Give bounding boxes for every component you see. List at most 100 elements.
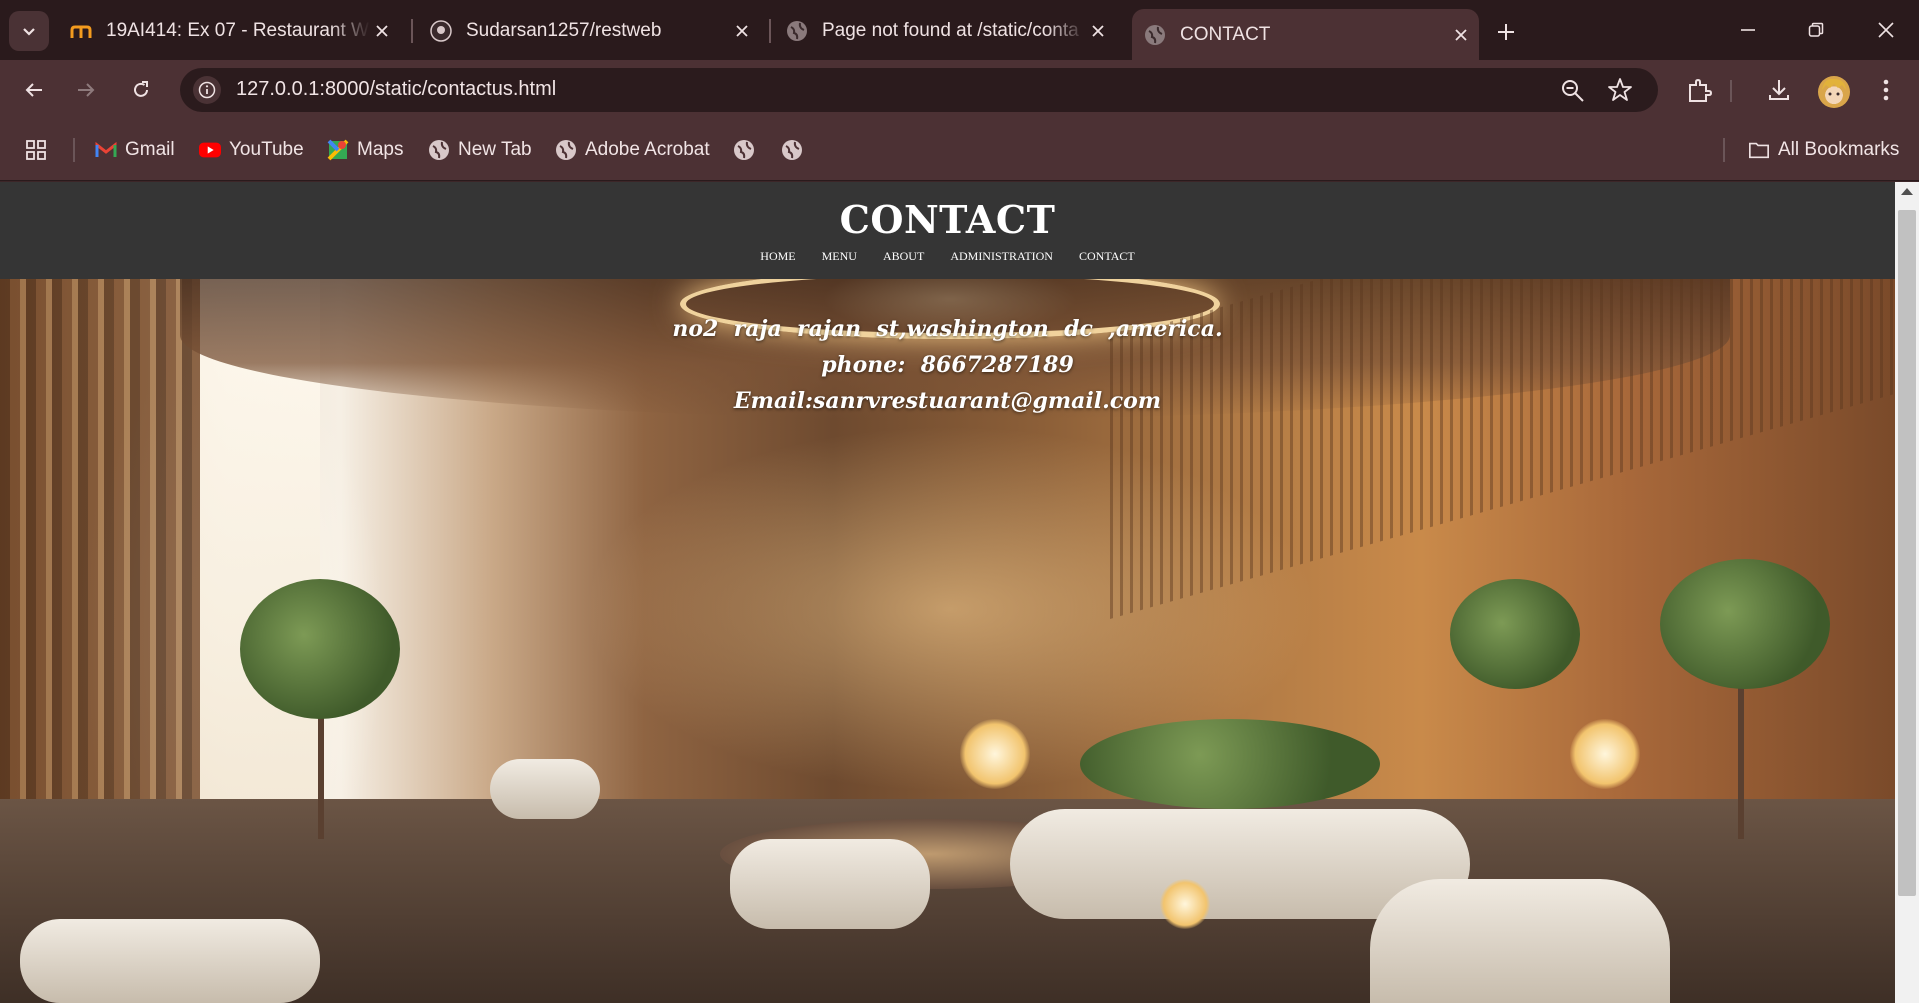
- site-nav: HOME MENU ABOUT ADMINISTRATION CONTACT: [0, 249, 1895, 264]
- bookmark-youtube[interactable]: YouTube: [199, 134, 304, 166]
- reload-button[interactable]: [121, 70, 161, 110]
- decor-sofa: [20, 919, 320, 1003]
- profile-picture-icon: [1822, 78, 1846, 96]
- forward-button[interactable]: [66, 70, 106, 110]
- bookmark-maps[interactable]: Maps: [327, 134, 403, 166]
- page-scrollbar[interactable]: [1895, 182, 1919, 1003]
- youtube-icon: [199, 139, 221, 161]
- nav-link-administration[interactable]: ADMINISTRATION: [950, 249, 1053, 264]
- globe-icon: [555, 139, 577, 161]
- tab-contact[interactable]: CONTACT: [1132, 9, 1479, 60]
- tab-strip: 19AI414: Ex 07 - Restaurant We Sudarsan1…: [0, 0, 1919, 60]
- folder-icon: [1748, 139, 1770, 161]
- tab-page-not-found[interactable]: Page not found at /static/conta: [786, 9, 1116, 52]
- restore-icon: [1808, 22, 1824, 37]
- decor-tree: [1450, 579, 1580, 689]
- bookmark-label: Gmail: [125, 139, 175, 160]
- restore-button[interactable]: [1794, 10, 1838, 50]
- all-bookmarks-label: All Bookmarks: [1778, 139, 1900, 160]
- decor-planter: [1080, 719, 1380, 809]
- browser-menu-button[interactable]: [1870, 74, 1902, 106]
- browser-toolbar: 127.0.0.1:8000/static/contactus.html: [0, 60, 1919, 120]
- close-icon[interactable]: [1449, 23, 1473, 47]
- profile-avatar[interactable]: [1818, 76, 1850, 108]
- hero-background-image: no2 raja rajan st,washington dc ,america…: [0, 279, 1895, 1003]
- decor-lamp: [960, 719, 1030, 789]
- back-button[interactable]: [14, 70, 54, 110]
- tab-title: CONTACT: [1180, 23, 1271, 45]
- bookmark-star-icon[interactable]: [1607, 77, 1633, 103]
- globe-icon: [786, 20, 808, 42]
- decor-tree: [1660, 559, 1830, 689]
- tab-title: 19AI414: Ex 07 - Restaurant We: [106, 19, 370, 41]
- decor-tree: [240, 579, 400, 719]
- decor-lamp: [1160, 879, 1210, 929]
- tab-restaurant-website[interactable]: 19AI414: Ex 07 - Restaurant We: [70, 9, 400, 52]
- github-icon: [430, 19, 452, 42]
- bookmark-label: Adobe Acrobat: [585, 139, 710, 160]
- extensions-button[interactable]: [1683, 74, 1715, 106]
- decor-sofa: [1370, 879, 1670, 1003]
- page-title: CONTACT: [839, 197, 1056, 242]
- bookmark-unnamed-2[interactable]: [781, 134, 811, 166]
- tab-divider: [769, 19, 771, 43]
- bookmarks-divider: [73, 138, 75, 162]
- bookmarks-divider: [1723, 138, 1725, 162]
- decor-sofa: [490, 759, 600, 819]
- scrollbar-thumb[interactable]: [1898, 210, 1916, 896]
- close-window-button[interactable]: [1864, 10, 1908, 50]
- tab-github-repo[interactable]: Sudarsan1257/restweb: [430, 9, 760, 52]
- address-bar[interactable]: 127.0.0.1:8000/static/contactus.html: [180, 68, 1658, 112]
- page-viewport: CONTACT HOME MENU ABOUT ADMINISTRATION C…: [0, 182, 1919, 1003]
- downloads-button[interactable]: [1763, 74, 1795, 106]
- puzzle-icon: [1689, 78, 1712, 102]
- apps-button[interactable]: [25, 134, 55, 166]
- globe-icon: [1144, 24, 1166, 46]
- site-header: CONTACT HOME MENU ABOUT ADMINISTRATION C…: [0, 182, 1895, 279]
- toolbar-divider: [1730, 80, 1732, 102]
- nav-link-menu[interactable]: MENU: [822, 249, 857, 264]
- new-tab-button[interactable]: [1488, 14, 1524, 50]
- zoom-icon[interactable]: [1560, 78, 1586, 104]
- close-icon[interactable]: [730, 19, 754, 43]
- tab-title: Sudarsan1257/restweb: [466, 19, 662, 41]
- globe-icon: [781, 139, 803, 161]
- minimize-icon: [1741, 29, 1755, 31]
- bookmark-unnamed-1[interactable]: [733, 134, 763, 166]
- site-info-icon[interactable]: [193, 76, 221, 104]
- close-icon[interactable]: [1086, 19, 1110, 43]
- bookmark-label: YouTube: [229, 139, 304, 160]
- tab-divider: [411, 19, 413, 43]
- minimize-button[interactable]: [1726, 10, 1770, 50]
- gmail-icon: [95, 139, 117, 161]
- plus-icon: [1498, 24, 1514, 40]
- bookmark-new-tab[interactable]: New Tab: [428, 134, 532, 166]
- bookmark-gmail[interactable]: Gmail: [95, 134, 175, 166]
- close-icon: [1878, 22, 1894, 38]
- bookmark-label: New Tab: [458, 139, 532, 160]
- contact-phone: phone: 8667287189: [821, 352, 1074, 378]
- tab-search-button[interactable]: [9, 11, 49, 51]
- contact-address: no2 raja rajan st,washington dc ,america…: [672, 316, 1223, 342]
- decor-armchair: [730, 839, 930, 929]
- url-text[interactable]: 127.0.0.1:8000/static/contactus.html: [236, 78, 556, 101]
- arrow-left-icon: [25, 83, 42, 97]
- globe-icon: [733, 139, 755, 161]
- chevron-down-icon: [23, 28, 35, 36]
- tab-title: Page not found at /static/conta: [822, 19, 1079, 41]
- nav-link-about[interactable]: ABOUT: [883, 249, 924, 264]
- reload-icon: [134, 81, 148, 97]
- bookmarks-bar: Gmail YouTube Maps New Tab Adobe Acrobat: [0, 120, 1919, 181]
- nav-link-contact[interactable]: CONTACT: [1079, 249, 1135, 264]
- close-icon[interactable]: [370, 19, 394, 43]
- bookmark-adobe-acrobat[interactable]: Adobe Acrobat: [555, 134, 710, 166]
- arrow-right-icon: [78, 83, 95, 97]
- bookmark-label: Maps: [357, 139, 404, 160]
- all-bookmarks-button[interactable]: All Bookmarks: [1748, 134, 1899, 166]
- moodle-icon: [70, 20, 92, 42]
- maps-icon: [327, 139, 349, 161]
- download-icon: [1769, 80, 1789, 100]
- scroll-up-arrow-icon[interactable]: [1901, 188, 1913, 195]
- more-vertical-icon: [1883, 79, 1889, 101]
- nav-link-home[interactable]: HOME: [760, 249, 795, 264]
